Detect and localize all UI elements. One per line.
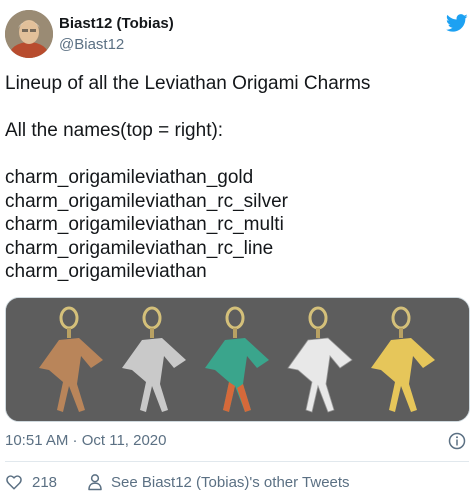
tweet-timestamp[interactable]: 10:51 AM · Oct 11, 2020 — [5, 432, 166, 449]
person-icon — [88, 474, 102, 491]
tweet-card: Biast12 (Tobias) @Biast12 Lineup of all … — [0, 0, 474, 503]
tweet-text: Lineup of all the Leviathan Origami Char… — [5, 73, 371, 282]
tweet-actions: 218 See Biast12 (Tobias)'s other Tweets — [5, 470, 469, 494]
twitter-bird-icon[interactable] — [445, 12, 468, 34]
info-icon[interactable] — [448, 432, 466, 450]
avatar[interactable] — [5, 10, 53, 58]
charm-lineup-image — [6, 298, 469, 421]
other-tweets-link[interactable]: See Biast12 (Tobias)'s other Tweets — [87, 470, 350, 494]
other-tweets-label: See Biast12 (Tobias)'s other Tweets — [111, 473, 350, 491]
like-count: 218 — [32, 473, 58, 491]
author-handle[interactable]: @Biast12 — [59, 36, 124, 53]
user-avatar-image — [5, 10, 53, 58]
divider — [5, 461, 469, 462]
author-display-name[interactable]: Biast12 (Tobias) — [59, 15, 174, 32]
media-image[interactable] — [5, 297, 470, 422]
like-button[interactable]: 218 — [5, 470, 57, 494]
heart-icon — [6, 475, 22, 490]
